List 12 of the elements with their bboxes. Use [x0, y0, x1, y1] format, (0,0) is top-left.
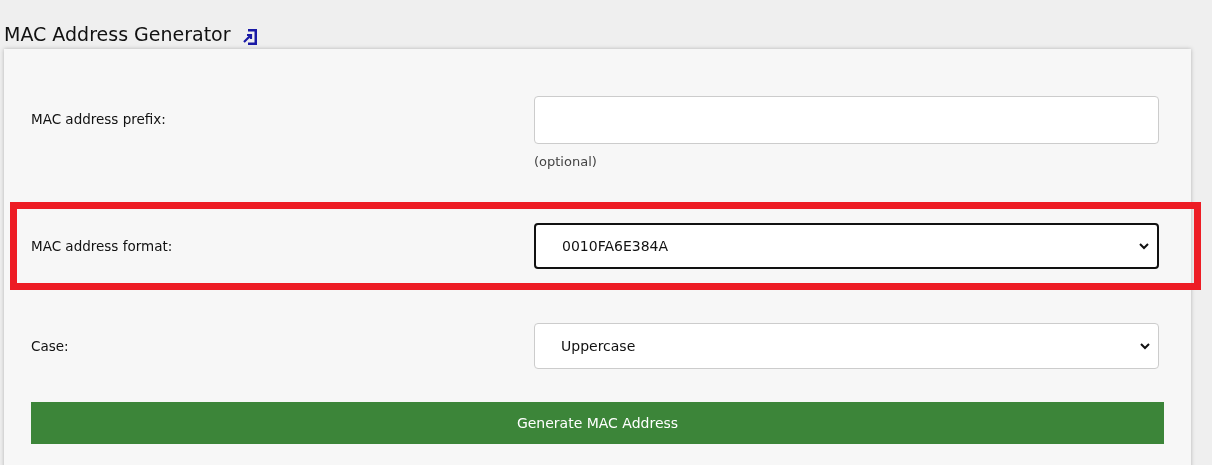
- hint-text: (optional): [534, 154, 598, 169]
- chevron-icon: [1140, 342, 1150, 350]
- chevron-icon: [1139, 242, 1149, 250]
- page-title: MAC Address Generator: [4, 23, 231, 45]
- dropdown[interactable]: Uppercase: [534, 323, 1159, 369]
- field-label: MAC address prefix:: [31, 110, 167, 127]
- input-field[interactable]: [534, 96, 1159, 144]
- field-label: Case:: [31, 337, 70, 354]
- popout-icon[interactable]: [242, 27, 259, 47]
- field-label: MAC address format:: [31, 237, 174, 254]
- generate-button[interactable]: Generate MAC Address: [31, 402, 1164, 444]
- dropdown[interactable]: 0010FA6E384A: [534, 223, 1159, 269]
